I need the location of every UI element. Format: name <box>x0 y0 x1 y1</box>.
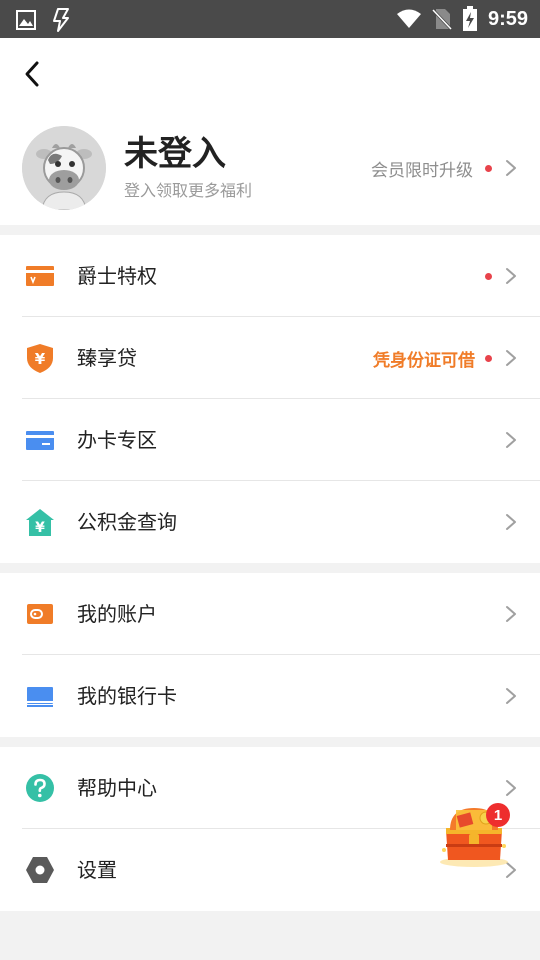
menu-item-label: 爵士特权 <box>77 264 157 288</box>
profile-header: 未登入 登入领取更多福利 会员限时升级 <box>0 38 540 225</box>
back-button[interactable] <box>14 56 50 92</box>
avatar[interactable] <box>22 126 106 210</box>
menu-group-services: 爵士特权 ¥ 臻享贷 凭身份证可借 办卡专区 ¥ 公积金查询 <box>0 235 540 563</box>
yen-house-icon: ¥ <box>26 509 54 536</box>
member-upgrade-link[interactable]: 会员限时升级 <box>371 154 518 182</box>
notification-badge: 1 <box>486 803 510 827</box>
yen-shield-icon: ¥ <box>27 344 53 373</box>
chevron-right-icon <box>506 268 516 284</box>
battery-charging-icon <box>462 6 477 31</box>
chevron-right-icon <box>506 514 516 530</box>
notification-dot <box>485 354 492 362</box>
notification-dot <box>485 272 492 280</box>
menu-item-label: 办卡专区 <box>77 428 157 452</box>
login-benefits-text[interactable]: 登入领取更多福利 <box>124 180 252 202</box>
cow-avatar-icon <box>22 126 106 210</box>
chevron-right-icon <box>506 432 516 448</box>
menu-item-label: 我的账户 <box>77 602 157 626</box>
bank-card-icon <box>27 687 53 707</box>
wallet-icon <box>27 604 53 624</box>
svg-text:¥: ¥ <box>35 520 45 536</box>
status-time: 9:59 <box>487 8 528 30</box>
menu-item-label: 帮助中心 <box>77 776 157 800</box>
card-v-icon <box>26 266 54 286</box>
chevron-right-icon <box>506 606 516 622</box>
image-icon <box>16 10 36 30</box>
back-arrow-icon <box>25 61 39 87</box>
svg-text:¥: ¥ <box>35 350 46 368</box>
lightning-icon <box>53 8 69 32</box>
hexagon-settings-icon <box>26 857 54 883</box>
menu-item-jueshi[interactable]: 爵士特权 <box>0 235 540 317</box>
chevron-right-icon <box>506 160 516 176</box>
menu-item-my-bank-card[interactable]: 我的银行卡 <box>0 655 540 737</box>
chevron-right-icon <box>506 688 516 704</box>
no-sim-icon <box>431 8 452 31</box>
member-upgrade-text: 会员限时升级 <box>371 160 473 181</box>
menu-group-account: 我的账户 我的银行卡 <box>0 573 540 737</box>
menu-item-label: 公积金查询 <box>77 510 177 534</box>
menu-item-label: 臻享贷 <box>77 346 137 370</box>
loan-promo-text: 凭身份证可借 <box>373 350 475 371</box>
menu-item-banka[interactable]: 办卡专区 <box>0 399 540 481</box>
notification-dot <box>485 164 492 172</box>
chevron-right-icon <box>506 350 516 366</box>
credit-card-icon <box>26 431 54 450</box>
help-icon <box>26 774 54 802</box>
user-name[interactable]: 未登入 <box>124 134 226 174</box>
menu-item-label: 设置 <box>77 858 117 882</box>
menu-item-label: 我的银行卡 <box>77 684 177 708</box>
menu-item-zhenxiangdai[interactable]: ¥ 臻享贷 凭身份证可借 <box>0 317 540 399</box>
menu-item-my-account[interactable]: 我的账户 <box>0 573 540 655</box>
wifi-icon <box>396 9 421 28</box>
chevron-right-icon <box>506 780 516 796</box>
menu-item-gongjijin[interactable]: ¥ 公积金查询 <box>0 481 540 563</box>
status-bar: 9:59 <box>0 0 540 38</box>
